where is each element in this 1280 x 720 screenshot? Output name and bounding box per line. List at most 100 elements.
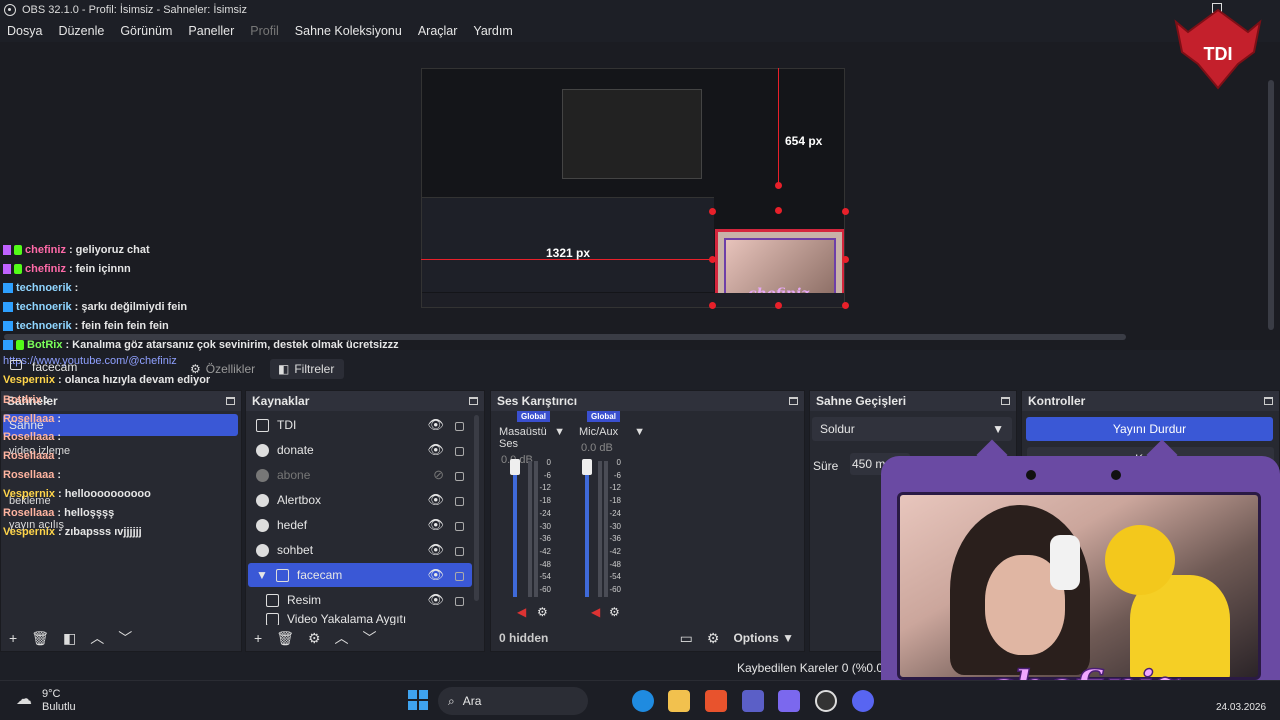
eye-icon: 👁 [427,492,444,507]
obs-logo-icon [4,4,16,16]
teams-icon[interactable] [742,690,764,712]
cat-eye [1026,470,1036,480]
folder-icon[interactable] [668,690,690,712]
chat-message: Rosellaaa: [3,413,62,425]
copilot-icon[interactable] [778,690,800,712]
move-down-button[interactable]: ﹀ [118,628,132,648]
tdi-logo: TDI [1174,8,1262,90]
remove-scene-button[interactable]: 🗑 [31,630,49,647]
properties-button[interactable]: ⚙ Özellikler [182,359,263,379]
move-up-button[interactable]: ︿ [90,628,104,648]
guide-handle[interactable] [842,302,849,309]
weather-temp: 9°C [42,688,61,700]
eye-icon: 👁 [427,567,444,582]
discord-icon[interactable] [852,690,874,712]
transition-select[interactable]: Soldur ▼ [812,417,1012,441]
window-title: OBS 32.1.0 - Profil: İsimsiz - Sahneler:… [22,4,247,16]
cloud-icon: ☁ [16,691,32,708]
chat-message: chefiniz: fein içinnn [3,263,131,275]
menu-edit[interactable]: Düzenle [58,24,104,38]
source-item[interactable]: TDI 👁 [248,413,472,437]
chat-message: Rosellaaa: [3,431,62,443]
chat-message: Vespernix: zıbapsss ıvjjjjjj [3,526,142,538]
undock-icon[interactable] [1001,397,1010,405]
mixer-layout-icon[interactable]: ▭ [680,630,693,647]
windows-start-icon[interactable] [408,690,428,710]
source-item[interactable]: Video Yakalama Aygıtı [248,613,472,625]
lock-icon [455,472,464,481]
guide-handle[interactable] [709,256,716,263]
filters-button[interactable]: ◧ Filtreler [270,359,344,379]
channel-settings-icon[interactable]: ⚙ [609,605,620,619]
webcam-feed [897,492,1261,680]
mixer-options-button[interactable]: Options ▼ [733,631,794,645]
menu-file[interactable]: Dosya [7,24,42,38]
source-item[interactable]: Resim 👁 [248,588,472,612]
brave-icon[interactable] [705,690,727,712]
mute-icon[interactable]: ◀ [517,605,526,619]
duration-label: Süre [813,459,839,473]
nested-panels [422,197,714,292]
remove-source-button[interactable]: 🗑 [276,630,294,647]
eye-icon: 👁 [427,517,444,532]
guide-handle[interactable] [775,207,782,214]
menu-profile[interactable]: Profil [250,24,278,38]
chat-message: technoerik: şarkı değilmiydi fein [3,301,187,313]
add-scene-button[interactable]: + [9,630,17,646]
undock-icon[interactable] [226,397,235,405]
lock-icon [455,547,464,556]
add-source-button[interactable]: + [254,630,262,646]
mixer-title: Ses Karıştırıcı [497,394,578,408]
volume-fader[interactable] [510,459,520,475]
menu-scene-collection[interactable]: Sahne Koleksiyonu [295,24,402,38]
guide-handle[interactable] [775,302,782,309]
eye-icon: 👁 [427,592,444,607]
source-item-selected[interactable]: ▼ facecam 👁 [248,563,472,587]
channel-menu-icon[interactable]: ▼ [634,426,645,438]
chat-message: Botdrix: [3,394,49,406]
filter-icon: ◧ [278,362,290,376]
tdi-logo-text: TDI [1204,44,1233,64]
scenes-dock: Sahneler Sahne video izleme bekleme yayı… [0,390,242,652]
move-down-button[interactable]: ﹀ [363,628,377,648]
menu-tools[interactable]: Araçlar [418,24,458,38]
source-settings-button[interactable]: ⚙ [308,630,321,647]
advanced-audio-icon[interactable]: ⚙ [707,630,720,647]
stop-streaming-button[interactable]: Yayını Durdur [1026,417,1273,441]
sources-title: Kaynaklar [252,394,310,408]
move-up-button[interactable]: ︿ [335,628,349,648]
guide-handle[interactable] [842,208,849,215]
channel-settings-icon[interactable]: ⚙ [537,605,548,619]
chevron-down-icon: ▼ [992,422,1004,436]
sources-scrollbar[interactable] [474,415,479,601]
preview-vertical-scrollbar[interactable] [1268,80,1274,330]
lock-icon [455,497,464,506]
menu-help[interactable]: Yardım [473,24,512,38]
source-item[interactable]: Alertbox 👁 [248,488,472,512]
undock-icon[interactable] [1264,397,1273,405]
source-item[interactable]: hedef 👁 [248,513,472,537]
guide-handle[interactable] [709,208,716,215]
menu-view[interactable]: Görünüm [120,24,172,38]
mute-icon[interactable]: ◀ [591,605,600,619]
db-scale: 0 -6 -12 -18 -24 -30 -36 -42 -48 -54 -60 [539,458,551,595]
taskbar-search[interactable]: ⌕ Ara [438,687,588,715]
obs-taskbar-icon[interactable] [815,690,837,712]
source-item[interactable]: sohbet 👁 [248,538,472,562]
guide-handle[interactable] [842,256,849,263]
menu-docks[interactable]: Paneller [188,24,234,38]
scene-filters-button[interactable]: ◧ [63,630,76,647]
undock-icon[interactable] [789,397,798,405]
guide-handle[interactable] [775,182,782,189]
volume-fader[interactable] [582,459,592,475]
lock-icon [455,422,464,431]
lock-icon [455,447,464,456]
chevron-down-icon: ▼ [256,568,268,582]
source-item[interactable]: abone ⊘ [248,463,472,487]
eye-hidden-icon: ⊘ [433,467,444,482]
channel-menu-icon[interactable]: ▼ [554,426,565,450]
guide-handle[interactable] [709,302,716,309]
source-item[interactable]: donate 👁 [248,438,472,462]
edge-icon[interactable] [632,690,654,712]
undock-icon[interactable] [469,397,478,405]
